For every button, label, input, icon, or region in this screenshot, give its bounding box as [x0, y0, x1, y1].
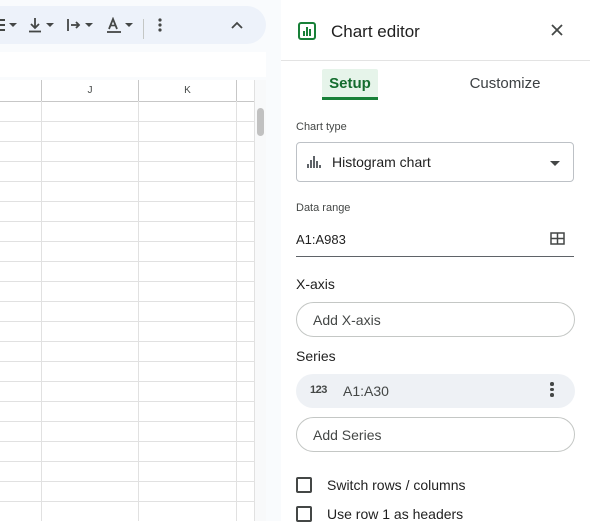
vertical-align-icon [29, 18, 41, 33]
column-header-i[interactable] [0, 80, 42, 101]
series-range: A1:A30 [343, 383, 389, 399]
row-gridline [0, 361, 254, 362]
row-gridline [0, 261, 254, 262]
vertical-align-button[interactable] [27, 14, 54, 36]
data-range-label: Data range [296, 202, 351, 214]
chevron-down-icon [125, 23, 133, 27]
row-gridline [0, 441, 254, 442]
row-gridline [0, 121, 254, 122]
row-gridline [0, 501, 254, 502]
scrollbar-thumb[interactable] [257, 108, 264, 136]
align-icon [0, 19, 5, 31]
chevron-up-icon [231, 21, 243, 29]
chart-type-value: Histogram chart [332, 154, 431, 170]
use-row1-headers-label: Use row 1 as headers [327, 506, 464, 522]
select-range-grid-icon[interactable] [550, 232, 565, 245]
more-vertical-icon [158, 18, 162, 32]
switch-rows-columns-label: Switch rows / columns [327, 477, 466, 493]
row-gridline [0, 241, 254, 242]
row-gridline [0, 181, 254, 182]
vertical-scrollbar[interactable] [254, 80, 266, 521]
column-header-k[interactable]: K [139, 80, 237, 101]
chevron-down-icon [550, 161, 560, 166]
collapse-toolbar-button[interactable] [231, 14, 243, 36]
chart-editor-panel: Chart editor Setup Customize Chart type … [281, 0, 590, 522]
histogram-icon [307, 156, 321, 168]
add-series-button[interactable]: Add Series [296, 417, 575, 452]
chart-type-label: Chart type [296, 121, 347, 133]
tab-setup[interactable]: Setup [323, 74, 377, 96]
formatting-toolbar [0, 6, 266, 44]
tab-setup-indicator [322, 97, 378, 100]
row-gridline [0, 281, 254, 282]
row-gridline [0, 421, 254, 422]
text-rotation-button[interactable] [106, 14, 133, 36]
add-x-axis-label: Add X-axis [313, 312, 381, 328]
column-header-l[interactable] [237, 80, 254, 101]
chart-type-select[interactable]: Histogram chart [296, 142, 574, 182]
cell-grid[interactable]: J K [0, 80, 266, 521]
switch-rows-columns-checkbox[interactable] [296, 477, 312, 493]
tab-customize[interactable]: Customize [469, 74, 541, 96]
data-range-value: A1:A983 [296, 232, 346, 247]
row-gridline [0, 341, 254, 342]
text-rotation-icon [107, 17, 121, 33]
chart-editor-title: Chart editor [331, 22, 420, 41]
row-gridline [0, 221, 254, 222]
chart-editor-header: Chart editor [281, 0, 590, 61]
formula-bar[interactable] [0, 52, 266, 77]
chevron-down-icon [46, 23, 54, 27]
text-wrap-button[interactable] [66, 14, 93, 36]
chevron-down-icon [85, 23, 93, 27]
column-gridline [41, 101, 42, 521]
row-gridline [0, 381, 254, 382]
column-gridline [138, 101, 139, 521]
row-gridline [0, 301, 254, 302]
column-header-j[interactable]: J [42, 80, 139, 101]
spreadsheet-area: J K [0, 0, 281, 521]
series-label: Series [296, 348, 336, 364]
text-wrap-icon [67, 19, 81, 31]
chart-icon [298, 22, 316, 40]
row-gridline [0, 141, 254, 142]
add-x-axis-button[interactable]: Add X-axis [296, 302, 575, 337]
close-icon[interactable] [551, 24, 563, 36]
add-series-label: Add Series [313, 427, 382, 443]
row-gridline [0, 461, 254, 462]
x-axis-label: X-axis [296, 276, 335, 292]
more-options-button[interactable] [157, 14, 163, 36]
column-gridline [236, 101, 237, 521]
toolbar-divider [143, 19, 144, 39]
number-type-icon: 123 [310, 384, 327, 396]
row-gridline [0, 201, 254, 202]
chevron-down-icon [9, 23, 17, 27]
use-row1-headers-checkbox[interactable] [296, 506, 312, 522]
row-gridline [0, 481, 254, 482]
column-header-row: J K [0, 80, 266, 102]
row-gridline [0, 321, 254, 322]
row-gridline [0, 161, 254, 162]
series-item[interactable]: 123 A1:A30 [296, 374, 575, 408]
data-range-input[interactable]: A1:A983 [296, 227, 574, 257]
horizontal-align-button[interactable] [0, 14, 17, 36]
row-gridline [0, 401, 254, 402]
more-vertical-icon[interactable] [549, 382, 555, 400]
